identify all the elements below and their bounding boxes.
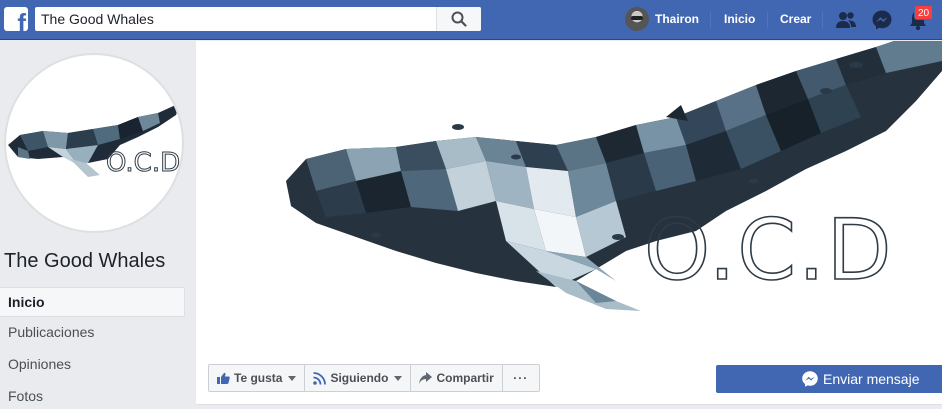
follow-button-label: Siguiendo [330, 371, 389, 385]
messenger-icon[interactable] [870, 8, 894, 32]
top-navigation-bar: f Thairon Inicio Crear [0, 0, 942, 40]
share-icon [419, 372, 433, 384]
user-avatar[interactable] [625, 7, 649, 31]
profile-picture[interactable]: O.C.D [4, 53, 184, 233]
nav-divider [710, 12, 711, 28]
sidebar-item-opiniones[interactable]: Opiniones [0, 349, 185, 381]
create-link[interactable]: Crear [780, 11, 811, 27]
user-profile-link[interactable]: Thairon [655, 11, 699, 27]
cover-logo-text: O.C.D [644, 201, 893, 299]
nav-divider [822, 12, 823, 28]
whale-cover-image: O.C.D [286, 41, 942, 311]
whale-logo-image: O.C.D [8, 103, 181, 179]
logo-text: O.C.D [106, 148, 180, 178]
search-box [35, 7, 481, 31]
share-button[interactable]: Compartir [411, 365, 503, 391]
chevron-down-icon [394, 375, 403, 381]
like-button-label: Te gusta [234, 371, 283, 385]
sidebar-item-publicaciones[interactable]: Publicaciones [0, 317, 185, 349]
like-button[interactable]: Te gusta [209, 365, 306, 391]
messenger-icon [802, 371, 818, 387]
home-link[interactable]: Inicio [724, 11, 755, 27]
notification-badge: 20 [914, 5, 934, 20]
follow-button[interactable]: Siguiendo [305, 365, 412, 391]
search-icon [451, 11, 467, 27]
more-options-button[interactable]: ··· [503, 365, 539, 391]
page-title: The Good Whales [4, 250, 166, 272]
page-action-buttons: Te gusta Siguiendo Compartir ··· [208, 364, 540, 392]
send-message-button[interactable]: Enviar mensaje [716, 365, 942, 393]
search-button[interactable] [436, 7, 481, 31]
nav-divider [767, 12, 768, 28]
more-options-icon: ··· [513, 371, 529, 385]
facebook-logo-icon[interactable]: f [4, 7, 28, 31]
sidebar-item-inicio[interactable]: Inicio [0, 287, 185, 317]
share-button-label: Compartir [436, 371, 494, 385]
chevron-down-icon [288, 375, 297, 381]
page-action-bar: Te gusta Siguiendo Compartir ··· Enviar … [196, 353, 942, 405]
search-input[interactable] [35, 7, 437, 31]
friends-icon[interactable] [834, 8, 858, 32]
sidebar-item-fotos[interactable]: Fotos [0, 381, 185, 409]
page-sidebar-nav: Inicio Publicaciones Opiniones Fotos [0, 287, 185, 409]
rss-icon [313, 371, 327, 385]
cover-photo[interactable]: O.C.D [196, 41, 942, 353]
thumbs-up-icon [217, 372, 230, 384]
send-message-label: Enviar mensaje [823, 371, 920, 387]
